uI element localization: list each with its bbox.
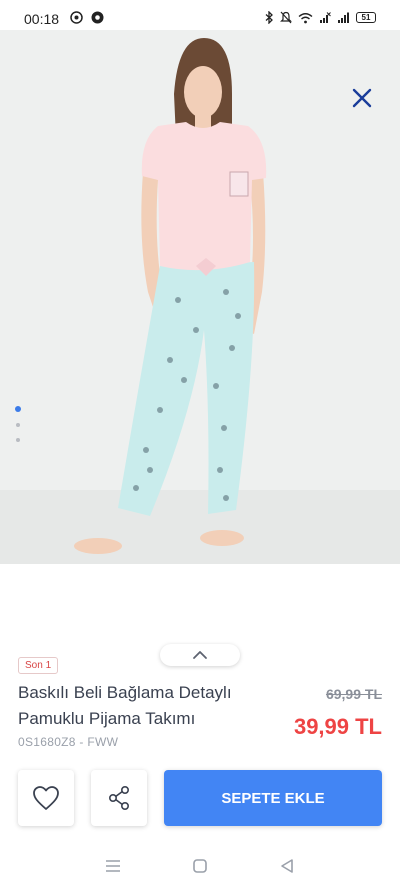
stock-badge: Son 1 [18, 657, 59, 674]
share-icon [108, 785, 130, 810]
old-price: 69,99 TL [325, 686, 382, 702]
product-title: Baskılı Beli Bağlama Detaylı Pamuklu Pij… [18, 683, 232, 728]
product-info-panel: Son 1 Baskılı Beli Bağlama Detaylı Pamuk… [0, 564, 400, 844]
home-icon[interactable] [192, 858, 208, 874]
gallery-dot[interactable] [16, 423, 20, 427]
heart-icon [33, 786, 59, 810]
expand-details-handle[interactable] [160, 644, 240, 666]
share-button[interactable] [91, 770, 147, 826]
chevron-up-icon [193, 651, 207, 659]
gallery-dot[interactable] [16, 438, 20, 442]
sale-price: 39,99 TL [293, 714, 382, 739]
bluetooth-icon [265, 11, 273, 24]
system-nav-bar [0, 844, 400, 888]
signal-icon [338, 12, 349, 23]
whatsapp-icon [70, 11, 83, 24]
product-code: 0S1680Z8 - FWW [18, 735, 119, 749]
signal-x-icon [320, 11, 331, 23]
battery-icon: 51 [356, 12, 376, 23]
status-time: 00:18 [24, 11, 60, 27]
back-icon[interactable] [279, 858, 295, 874]
gallery-dot-active[interactable] [15, 406, 21, 412]
close-button[interactable] [350, 86, 374, 110]
favorite-button[interactable] [18, 770, 74, 826]
add-to-cart-button[interactable]: SEPETE EKLE [164, 770, 382, 826]
chrome-icon [91, 11, 104, 24]
menu-icon[interactable] [105, 859, 121, 873]
wifi-icon [298, 12, 313, 23]
product-image-gallery[interactable] [0, 30, 400, 564]
product-photo [0, 30, 400, 564]
mute-icon [280, 11, 292, 24]
gallery-pagination [15, 406, 21, 442]
close-icon [352, 88, 372, 108]
